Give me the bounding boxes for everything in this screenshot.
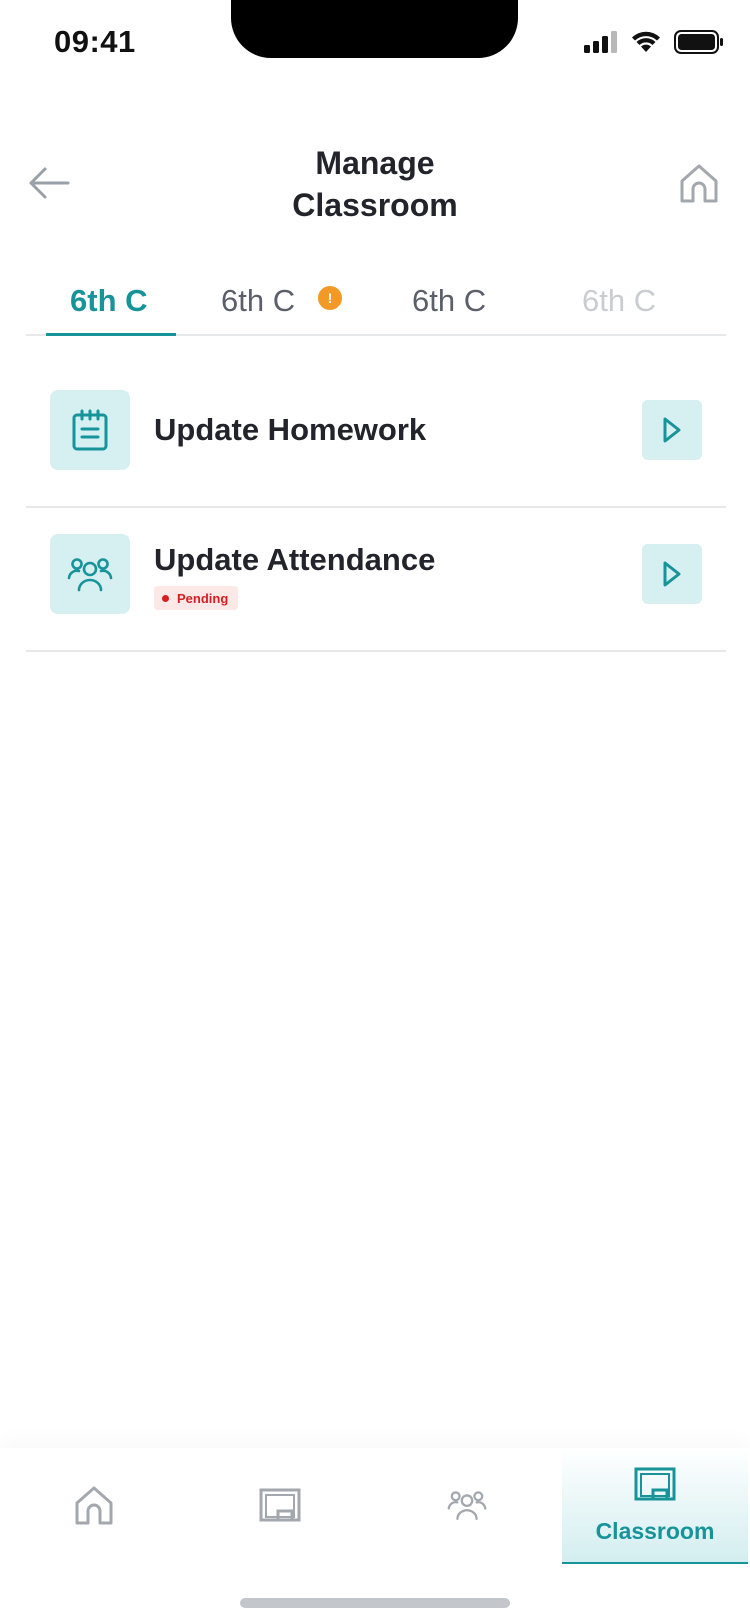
- home-icon: [75, 1486, 113, 1525]
- tab-class-3[interactable]: 6th C: [412, 280, 486, 322]
- pending-status-badge: Pending: [154, 586, 239, 610]
- classroom-icon: [634, 1467, 676, 1500]
- tab-class-1[interactable]: 6th C: [70, 280, 148, 322]
- tab-alert-badge: !: [318, 286, 342, 310]
- play-arrow-icon: [663, 561, 681, 587]
- homework-icon-box: [50, 390, 130, 470]
- home-button[interactable]: [674, 158, 724, 208]
- attendance-people-icon: [67, 558, 113, 592]
- page-title: Manage Classroom: [200, 142, 550, 226]
- update-homework-label: Update Homework: [154, 412, 427, 447]
- update-attendance-row[interactable]: Update Attendance Pending: [26, 508, 726, 652]
- tab-class-2[interactable]: 6th C: [221, 280, 295, 322]
- board-icon: [259, 1488, 301, 1522]
- attendance-icon-box: [50, 534, 130, 614]
- nav-classroom-label: Classroom: [595, 1517, 715, 1544]
- pending-status-text: Pending: [177, 590, 229, 606]
- nav-home[interactable]: [48, 1448, 140, 1562]
- arrow-left-icon: [29, 167, 70, 199]
- class-tabs: 6th C 6th C ! 6th C 6th C: [26, 270, 726, 336]
- update-homework-row[interactable]: Update Homework: [26, 364, 726, 508]
- device-notch: [231, 0, 518, 58]
- pending-dot-icon: [162, 594, 169, 602]
- update-attendance-label: Update Attendance: [154, 542, 436, 577]
- back-button[interactable]: [26, 160, 72, 206]
- cellular-signal-icon: [584, 31, 617, 53]
- people-icon: [447, 1491, 487, 1521]
- wifi-icon: [632, 31, 660, 52]
- battery-icon: [674, 30, 723, 54]
- status-time: 09:41: [54, 24, 136, 59]
- nav-classroom[interactable]: Classroom: [562, 1448, 748, 1564]
- open-homework-button[interactable]: [642, 400, 702, 460]
- homework-notebook-icon: [72, 409, 108, 451]
- phone-screen: 09:41 Manage Classroom 6th C 6th C ! 6th…: [0, 0, 750, 1624]
- page-title-line2: Classroom: [292, 187, 458, 223]
- nav-board[interactable]: [234, 1448, 326, 1562]
- status-icons: [584, 30, 724, 54]
- home-icon: [680, 164, 718, 203]
- home-indicator[interactable]: [240, 1598, 510, 1608]
- tab-class-4[interactable]: 6th C: [582, 280, 656, 322]
- open-attendance-button[interactable]: [642, 544, 702, 604]
- play-arrow-icon: [663, 417, 681, 443]
- active-tab-indicator: [46, 333, 176, 336]
- nav-people[interactable]: [421, 1448, 513, 1562]
- page-title-line1: Manage: [315, 145, 435, 181]
